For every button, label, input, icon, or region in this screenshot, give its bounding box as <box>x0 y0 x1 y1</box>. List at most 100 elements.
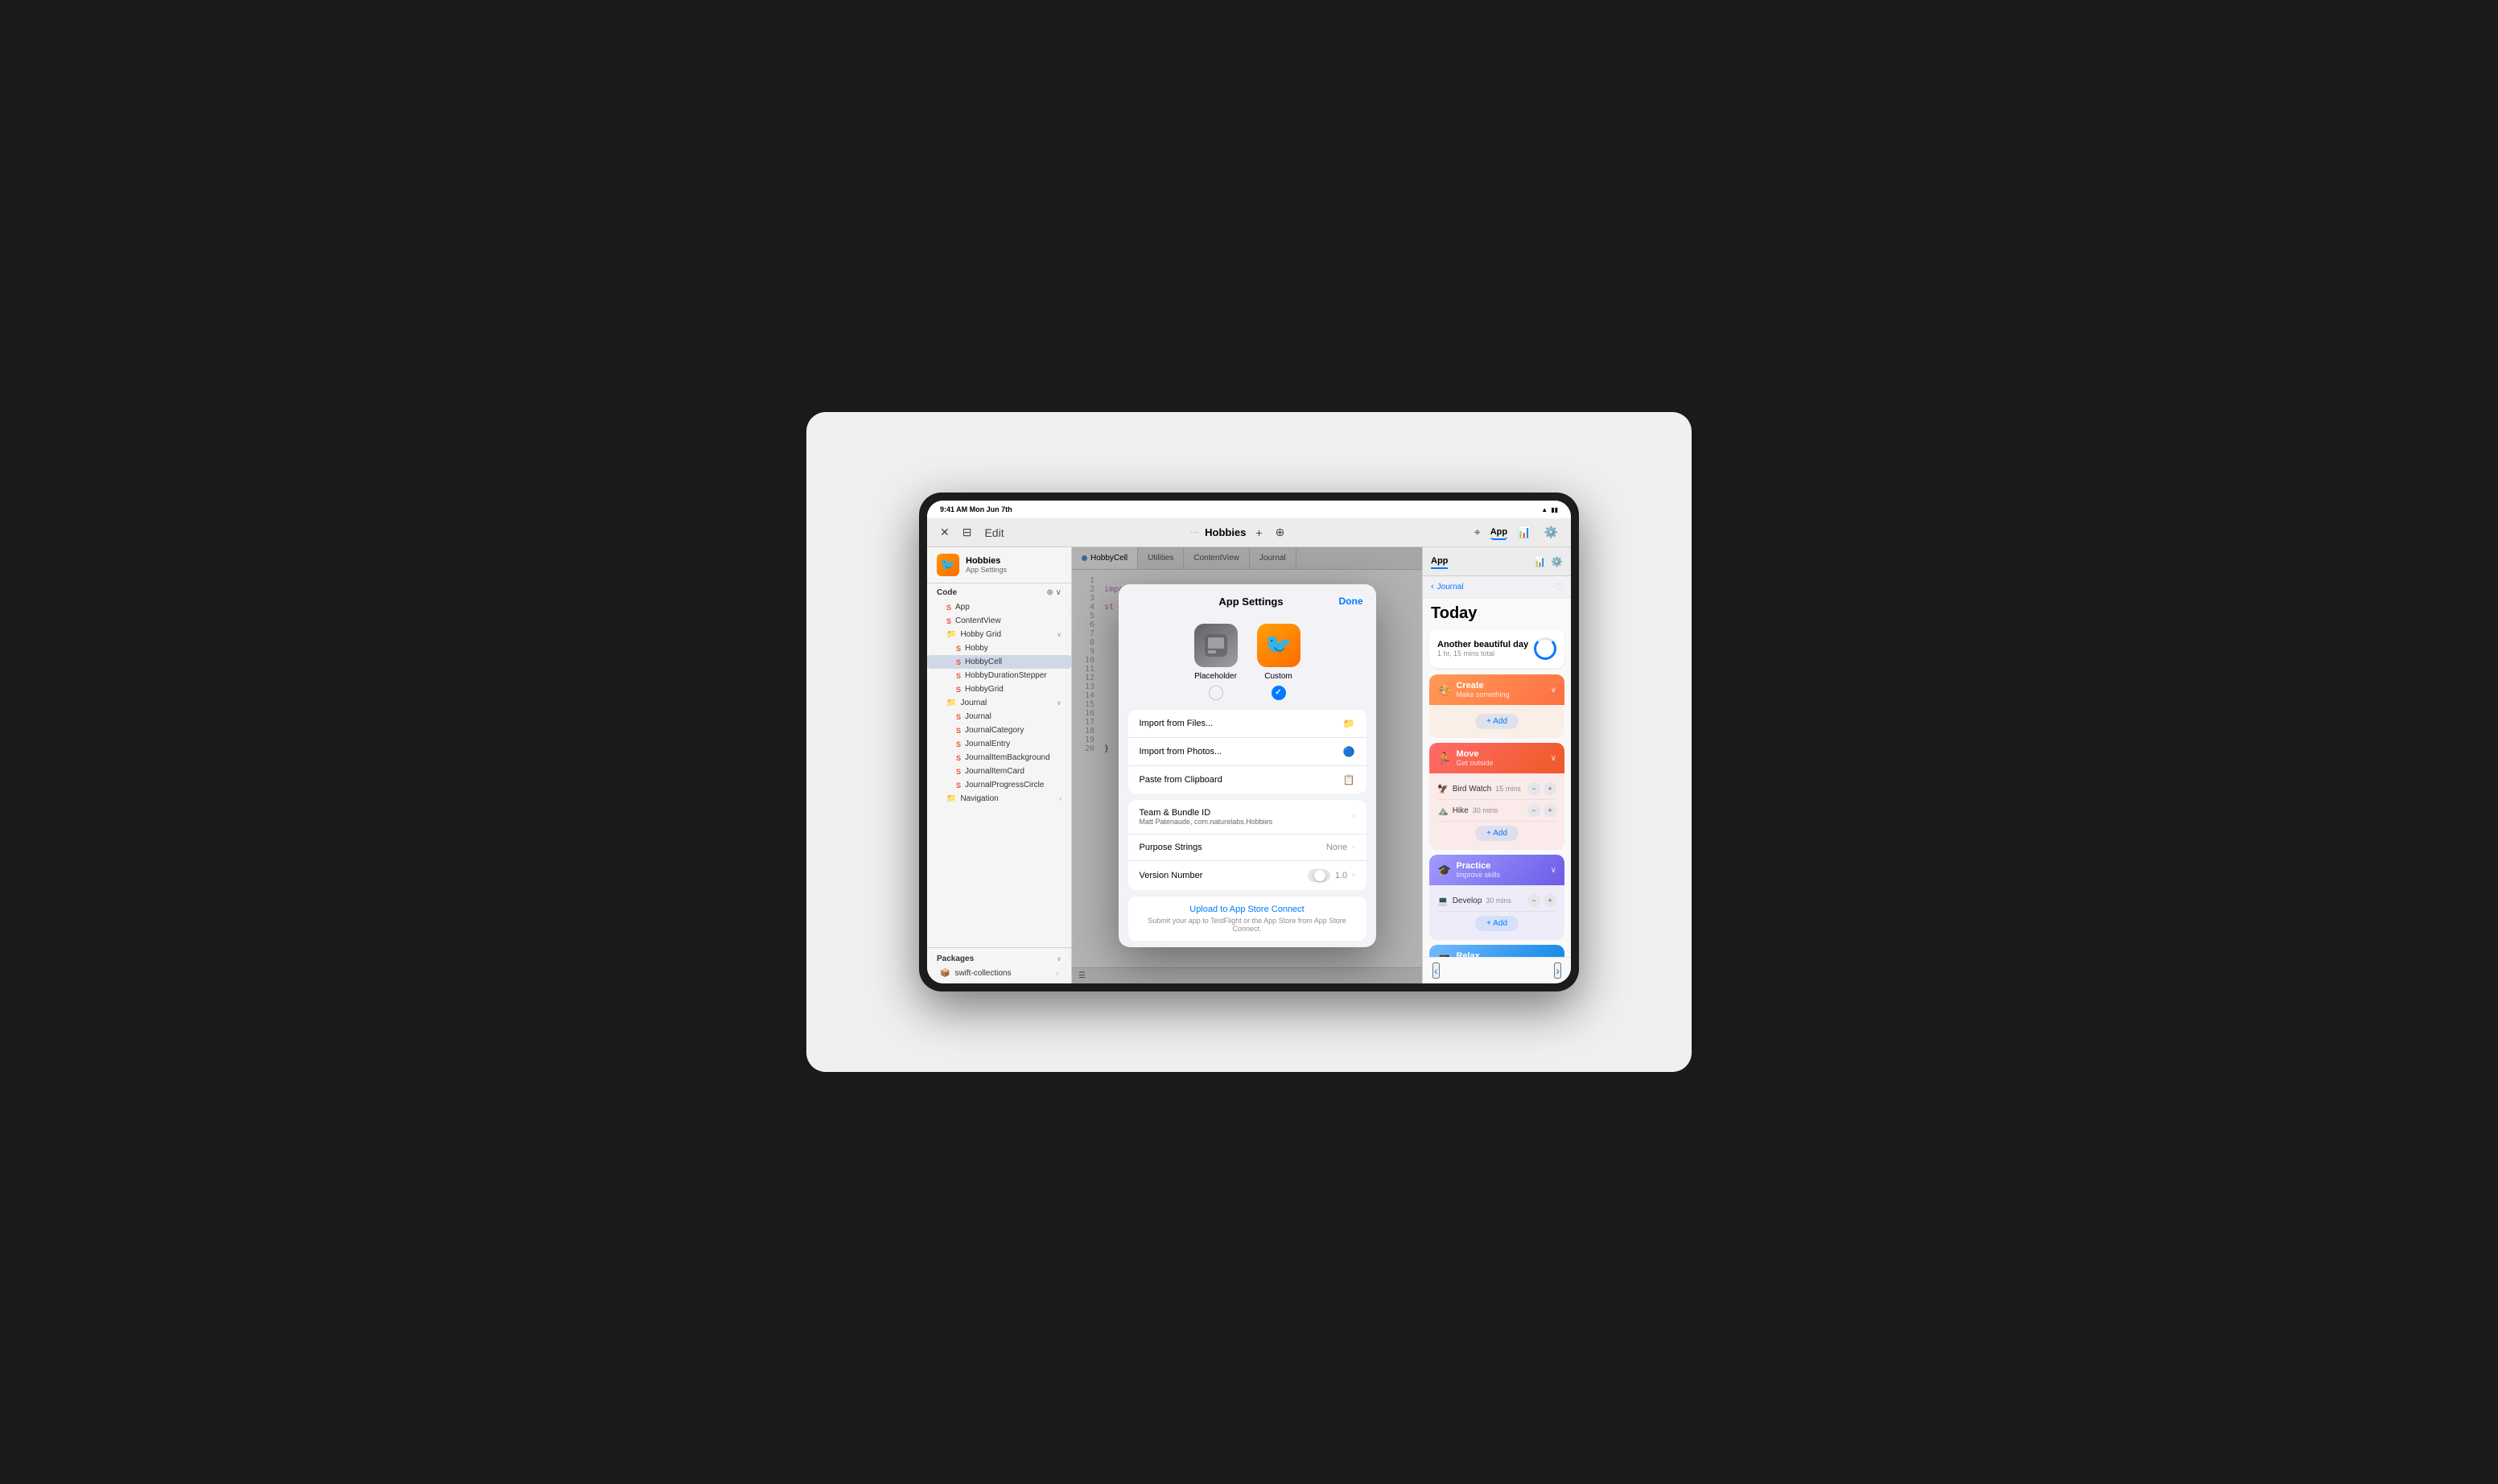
file-item-journalitembackground[interactable]: S JournalItemBackground <box>927 751 1071 765</box>
close-button[interactable]: ✕ <box>937 524 953 541</box>
hike-minus[interactable]: − <box>1527 804 1540 817</box>
file-item-contentview[interactable]: S ContentView <box>927 614 1071 628</box>
prev-arrow-button[interactable]: ‹ <box>1432 963 1440 979</box>
preview-settings-button[interactable]: ⚙️ <box>1551 556 1563 567</box>
birdwatch-minus[interactable]: − <box>1527 782 1540 795</box>
swift-icon-app: S <box>946 604 951 612</box>
today-card-text: Another beautiful day 1 hr, 15 mins tota… <box>1437 640 1528 657</box>
activity-header-practice[interactable]: 🎓 Practice Improve skills ∨ <box>1429 855 1564 885</box>
today-card-title: Another beautiful day <box>1437 640 1528 649</box>
import-files-icon: 📁 <box>1343 718 1355 729</box>
activity-card-create: 🎨 Create Make something ∨ <box>1429 674 1564 738</box>
activity-header-relax[interactable]: 🖥️ Relax Zone out ∨ <box>1429 945 1564 957</box>
hike-plus[interactable]: + <box>1544 804 1556 817</box>
ellipsis-dots: ··· <box>1190 528 1198 537</box>
package-label-swift-collections: swift-collections <box>954 969 1011 978</box>
file-item-hobbydurationstepper[interactable]: S HobbyDurationStepper <box>927 669 1071 682</box>
birdwatch-plus[interactable]: + <box>1544 782 1556 795</box>
edit-button[interactable]: Edit <box>981 525 1007 541</box>
file-navigator: 🐦 Hobbies App Settings Code ⊕ ∨ <box>927 547 1072 983</box>
swift-icon-contentview: S <box>946 617 951 625</box>
file-item-app[interactable]: S App <box>927 600 1071 614</box>
import-photos-row[interactable]: Import from Photos... 🔵 <box>1128 738 1366 766</box>
purpose-strings-right: None › <box>1326 843 1355 852</box>
develop-controls: − + <box>1527 894 1556 907</box>
team-bundle-label: Team & Bundle ID <box>1140 808 1273 818</box>
create-left: 🎨 Create Make something <box>1437 681 1509 699</box>
preview-chart-button[interactable]: 📊 <box>1534 556 1546 567</box>
layout-button[interactable]: ⊟ <box>959 524 975 541</box>
file-item-journal[interactable]: S Journal <box>927 710 1071 723</box>
modal-overlay[interactable]: App Settings Done <box>1072 547 1422 983</box>
version-number-row[interactable]: Version Number 1.0 › <box>1128 861 1366 890</box>
next-arrow-button[interactable]: › <box>1554 963 1561 979</box>
develop-icon: 💻 <box>1437 896 1449 906</box>
move-add-button[interactable]: + Add <box>1475 826 1519 841</box>
develop-left: 💻 Develop 30 mins <box>1437 896 1511 906</box>
xcode-toolbar: ✕ ⊟ Edit ··· Hobbies + ⊕ ⌖ App 📊 ⚙️ <box>927 518 1571 547</box>
purpose-strings-row[interactable]: Purpose Strings None › <box>1128 835 1366 861</box>
practice-add-row: + Add <box>1437 912 1556 935</box>
cursor-button[interactable]: ⌖ <box>1471 524 1484 541</box>
file-item-hobbygrid[interactable]: S HobbyGrid <box>927 682 1071 696</box>
upload-link[interactable]: Upload to App Store Connect <box>1140 905 1355 914</box>
file-item-navigation-folder[interactable]: 📁 Navigation › <box>927 792 1071 806</box>
code-section-header: Code ⊕ ∨ <box>927 583 1071 599</box>
paste-clipboard-label: Paste from Clipboard <box>1140 775 1222 785</box>
placeholder-radio[interactable] <box>1209 686 1223 700</box>
custom-label: Custom <box>1264 672 1292 681</box>
develop-minus[interactable]: − <box>1527 894 1540 907</box>
ipad-device: 9:41 AM Mon Jun 7th ▲ ▮▮ ✕ ⊟ Edit ··· Ho… <box>919 493 1579 991</box>
modal-title: App Settings <box>1164 596 1339 608</box>
file-item-journalcategory[interactable]: S JournalCategory <box>927 723 1071 737</box>
device-picker[interactable]: ⊕ <box>1272 524 1288 541</box>
file-item-journal-folder[interactable]: 📁 Journal ∨ <box>927 696 1071 710</box>
preview-tab-app[interactable]: App <box>1490 526 1507 540</box>
xcode-header-center: ··· Hobbies + ⊕ <box>1017 524 1461 541</box>
paste-clipboard-icon: 📋 <box>1343 774 1355 785</box>
settings-button[interactable]: ⚙️ <box>1541 524 1561 541</box>
add-button[interactable]: + <box>1252 525 1265 541</box>
activity-item-hike: ⛰️ Hike 30 mins − + <box>1437 800 1556 822</box>
back-label[interactable]: Journal <box>1437 583 1464 592</box>
develop-plus[interactable]: + <box>1544 894 1556 907</box>
move-body: 🦅 Bird Watch 15 mins − + <box>1429 773 1564 850</box>
file-item-journalprogresscircle[interactable]: S JournalProgressCircle <box>927 778 1071 792</box>
activity-header-move[interactable]: 🏃 Move Get outside ∨ <box>1429 743 1564 773</box>
move-left: 🏃 Move Get outside <box>1437 749 1493 767</box>
paste-clipboard-row[interactable]: Paste from Clipboard 📋 <box>1128 766 1366 794</box>
icon-option-placeholder[interactable]: Placeholder <box>1194 624 1238 700</box>
swift-icon-hobbygrid: S <box>956 686 961 694</box>
file-label-hobbygrid: HobbyGrid <box>965 685 1004 694</box>
modal-header: App Settings Done <box>1119 584 1376 614</box>
status-bar-right: ▲ ▮▮ <box>1541 506 1558 513</box>
back-chevron-icon: ‹ <box>1431 582 1434 592</box>
create-subtitle: Make something <box>1456 690 1509 699</box>
today-card: Another beautiful day 1 hr, 15 mins tota… <box>1429 629 1564 668</box>
file-item-journalitemcard[interactable]: S JournalItemCard <box>927 765 1071 778</box>
modal-done-button[interactable]: Done <box>1339 596 1363 607</box>
file-item-hobby[interactable]: S Hobby <box>927 641 1071 655</box>
practice-add-button[interactable]: + Add <box>1475 916 1519 931</box>
team-bundle-row[interactable]: Team & Bundle ID Matt Patenaude, com.nat… <box>1128 800 1366 835</box>
file-label-journalcategory: JournalCategory <box>965 726 1024 735</box>
import-section: Import from Files... 📁 Import from Photo… <box>1128 710 1366 794</box>
custom-radio[interactable] <box>1272 686 1286 700</box>
favorite-button[interactable]: ♡ <box>1554 581 1563 592</box>
practice-body: 💻 Develop 30 mins − + <box>1429 885 1564 940</box>
version-toggle[interactable] <box>1308 869 1330 882</box>
activity-header-create[interactable]: 🎨 Create Make something ∨ <box>1429 674 1564 705</box>
package-swift-collections[interactable]: 📦 swift-collections › <box>927 967 1071 980</box>
file-item-hobby-grid-folder[interactable]: 📁 Hobby Grid ∨ <box>927 628 1071 641</box>
develop-time: 30 mins <box>1486 897 1511 905</box>
folder-label-journal: Journal <box>960 699 987 707</box>
file-item-journalentry[interactable]: S JournalEntry <box>927 737 1071 751</box>
icon-option-custom[interactable]: 🐦 Custom <box>1257 624 1301 700</box>
create-add-button[interactable]: + Add <box>1475 714 1519 729</box>
activity-card-relax: 🖥️ Relax Zone out ∨ <box>1429 945 1564 957</box>
file-item-hobbycell[interactable]: S HobbyCell <box>927 655 1071 669</box>
preview-tab-app[interactable]: App <box>1431 554 1448 569</box>
import-files-row[interactable]: Import from Files... 📁 <box>1128 710 1366 738</box>
chart-button[interactable]: 📊 <box>1514 524 1534 541</box>
activity-item-birdwatch: 🦅 Bird Watch 15 mins − + <box>1437 778 1556 800</box>
